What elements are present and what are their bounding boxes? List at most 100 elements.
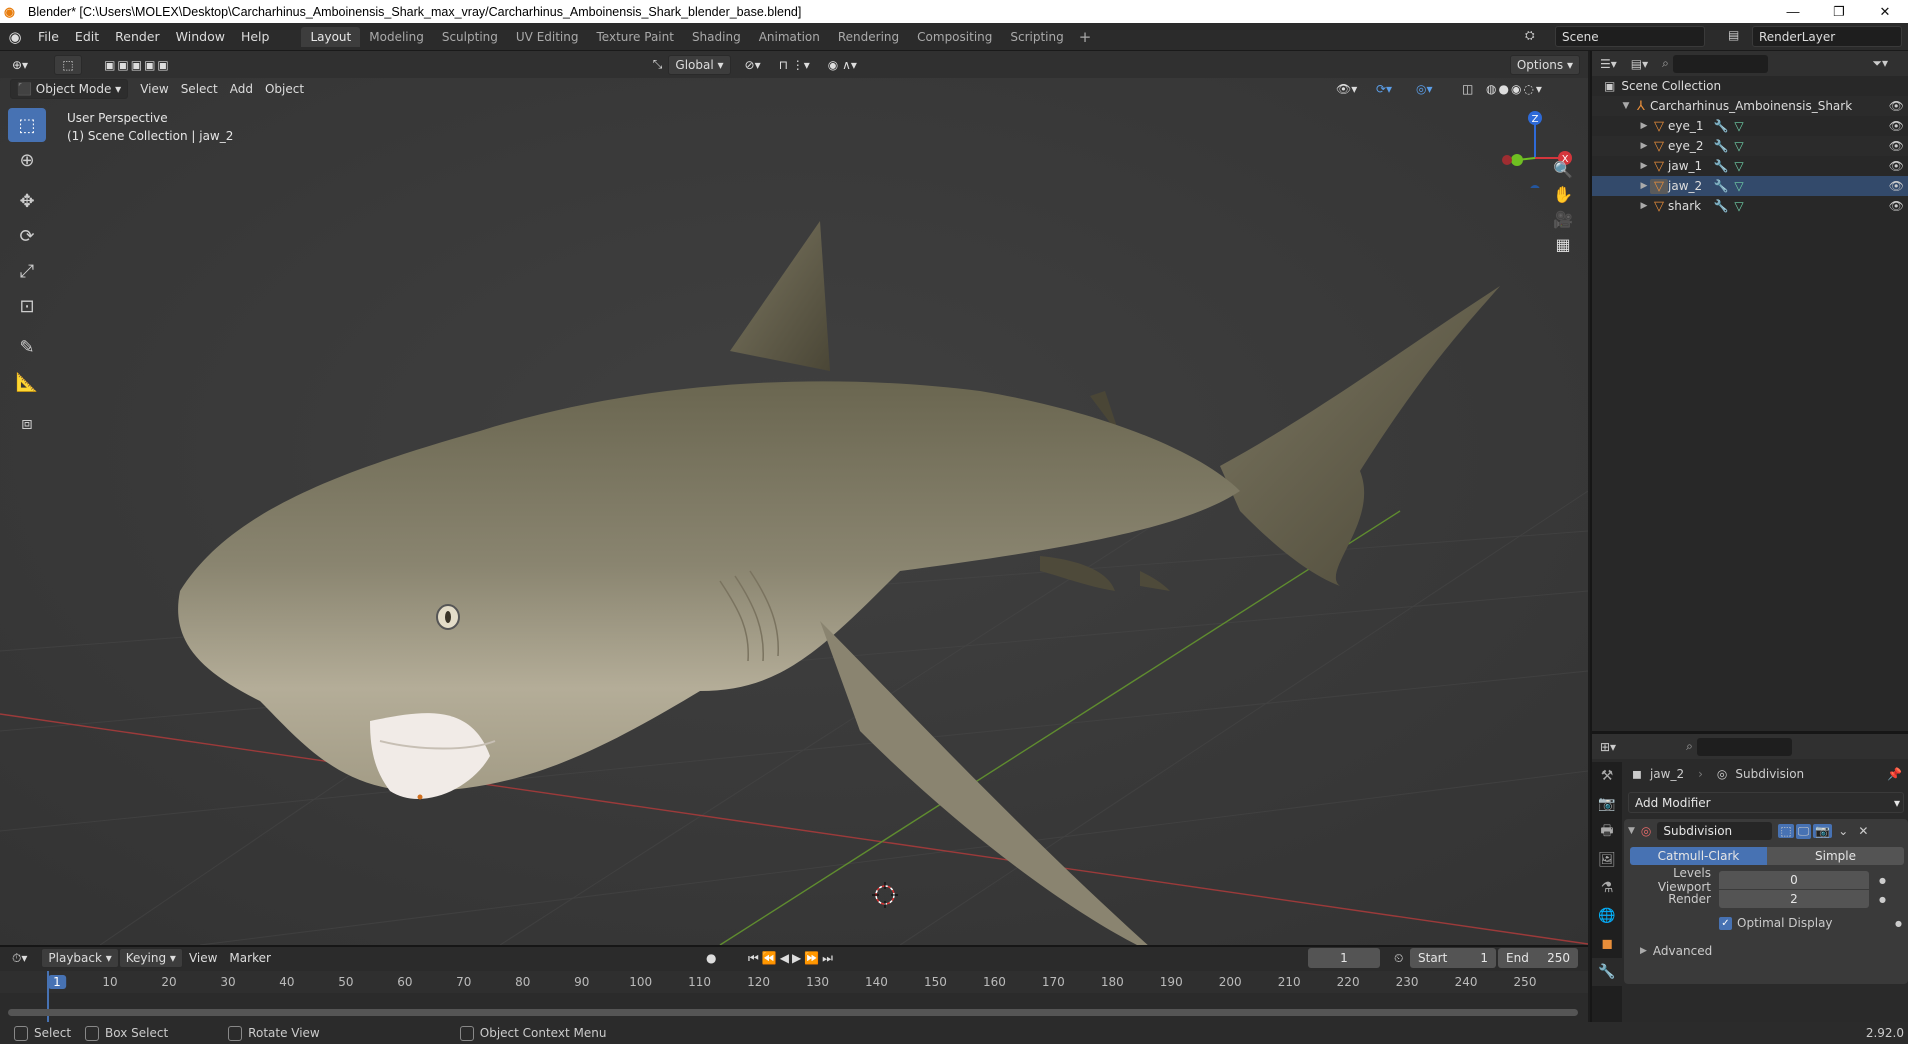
object-tab-icon[interactable]: ◼ — [1592, 930, 1622, 958]
start-frame-field[interactable]: Start 1 — [1410, 948, 1496, 968]
viewport-menu-add[interactable]: Add — [224, 79, 259, 99]
close-window-button[interactable]: ✕ — [1862, 0, 1908, 23]
selection-mode-icons[interactable]: ▣▣▣▣▣ — [98, 55, 177, 75]
tab-modeling[interactable]: Modeling — [360, 27, 433, 47]
tab-shading[interactable]: Shading — [683, 27, 750, 47]
add-cube-tool[interactable]: ⧈ — [8, 406, 46, 440]
outliner-object-row[interactable]: ▶ ▽ eye_1 🔧 ▽ 👁 — [1592, 116, 1908, 136]
transform-tool[interactable]: ⊡ — [8, 289, 46, 323]
modifier-name-field[interactable]: Subdivision — [1657, 822, 1773, 840]
visibility-eye-icon[interactable]: 👁 — [1889, 99, 1904, 113]
menu-render[interactable]: Render — [107, 29, 168, 44]
world-tab-icon[interactable]: 🌐 — [1592, 902, 1622, 930]
annotate-tool[interactable]: ✎ — [8, 330, 46, 364]
outliner-editor-icon[interactable]: ☰▾ — [1600, 57, 1617, 71]
measure-tool[interactable]: 📐 — [8, 365, 46, 399]
playback-menu[interactable]: Playback ▾ — [41, 948, 119, 968]
modifier-wrench-icon[interactable]: 🔧 — [1712, 119, 1730, 133]
scale-tool[interactable]: ⤢ — [8, 254, 46, 288]
edit-mode-toggle-icon[interactable]: ⬚ — [1778, 824, 1794, 838]
outliner-search-input[interactable] — [1672, 54, 1768, 73]
visibility-eye-icon[interactable]: 👁 — [1889, 159, 1904, 173]
visibility-eye-icon[interactable]: 👁 — [1889, 179, 1904, 193]
timeline-marker-menu[interactable]: Marker — [223, 948, 276, 968]
keyframe-dot-icon[interactable]: ● — [1895, 919, 1902, 928]
options-dropdown[interactable]: Options ▾ — [1509, 54, 1580, 75]
render-levels-field[interactable]: 2 — [1719, 890, 1869, 908]
menu-help[interactable]: Help — [233, 29, 278, 44]
visibility-eye-icon[interactable]: 👁 — [1889, 139, 1904, 153]
preview-range-icon[interactable]: ⏲ — [1388, 948, 1409, 968]
viewport-menu-view[interactable]: View — [134, 79, 174, 99]
optimal-display-checkbox[interactable]: ✓ — [1719, 916, 1732, 930]
shading-mode-icons[interactable]: ◍●◉◌▾ — [1480, 79, 1550, 99]
timeline-editor-icon[interactable]: ⏱▾ — [6, 948, 33, 968]
keyframe-dot-icon[interactable]: ● — [1879, 876, 1886, 885]
view-layer-selector[interactable]: RenderLayer — [1752, 26, 1902, 47]
output-tab-icon[interactable]: 🖶 — [1592, 818, 1622, 846]
transform-orientation-dropdown[interactable]: Global ▾ — [668, 54, 731, 75]
timeline-view-menu[interactable]: View — [183, 948, 223, 968]
mesh-data-icon[interactable]: ▽ — [1730, 119, 1748, 133]
tab-layout[interactable]: Layout — [301, 26, 361, 47]
end-frame-field[interactable]: End 250 — [1498, 948, 1578, 968]
outliner-collection-row[interactable]: ▼ ⅄ Carcharhinus_Amboinensis_Shark 👁 — [1592, 96, 1908, 116]
3d-viewport[interactable]: ⊕▾ ⬚ ▣▣▣▣▣ ⤡ Global ▾ ⊘▾ ⊓ ⋮▾ ◉ ∧▾ Optio… — [0, 51, 1588, 945]
transform-orientation-icon[interactable]: ⤡ — [647, 55, 669, 75]
keying-menu[interactable]: Keying ▾ — [118, 948, 183, 968]
outliner-object-row[interactable]: ▶ ▽ jaw_1 🔧 ▽ 👁 — [1592, 156, 1908, 176]
viewport-menu-object[interactable]: Object — [259, 79, 310, 99]
mesh-data-icon[interactable]: ▽ — [1730, 159, 1748, 173]
camera-view-icon[interactable]: 🎥 — [1548, 206, 1578, 232]
gizmo-toggle-icon[interactable]: ⟳▾ — [1370, 79, 1398, 99]
modifier-wrench-icon[interactable]: 🔧 — [1712, 159, 1730, 173]
expand-triangle-icon[interactable]: ▶ — [1638, 141, 1650, 151]
render-toggle-icon[interactable]: 📷 — [1813, 824, 1833, 838]
mesh-data-icon[interactable]: ▽ — [1730, 179, 1748, 193]
ortho-grid-icon[interactable]: ▦ — [1548, 231, 1578, 257]
collapse-chevron-icon[interactable]: ▼ — [1628, 826, 1635, 836]
collapse-triangle-icon[interactable]: ▼ — [1620, 101, 1632, 111]
select-box-tool[interactable]: ⬚ — [8, 108, 46, 142]
mesh-data-icon[interactable]: ▽ — [1730, 199, 1748, 213]
record-keyframe-icon[interactable]: ● — [700, 948, 722, 968]
expand-triangle-icon[interactable]: ▶ — [1638, 161, 1650, 171]
visibility-icon[interactable]: 👁▾ — [1330, 79, 1363, 99]
catmull-clark-button[interactable]: Catmull-Clark — [1630, 847, 1767, 865]
maximize-button[interactable]: ❐ — [1816, 0, 1862, 23]
mesh-data-icon[interactable]: ▽ — [1730, 139, 1748, 153]
render-tab-icon[interactable]: 📷 — [1592, 790, 1622, 818]
levels-viewport-field[interactable]: 0 — [1719, 871, 1869, 889]
select-tool-icon[interactable]: ⬚ — [54, 54, 83, 75]
expand-triangle-icon[interactable]: ▶ — [1638, 121, 1650, 131]
visibility-eye-icon[interactable]: 👁 — [1889, 119, 1904, 133]
tab-scripting[interactable]: Scripting — [1001, 27, 1072, 47]
modifier-tab-icon[interactable]: 🔧 — [1592, 958, 1622, 986]
outliner-object-row[interactable]: ▶ ▽ shark 🔧 ▽ 👁 — [1592, 196, 1908, 216]
xray-toggle-icon[interactable]: ◫ — [1456, 79, 1479, 99]
tab-rendering[interactable]: Rendering — [829, 27, 908, 47]
viewport-toggle-icon[interactable]: 🖵 — [1795, 823, 1812, 839]
tab-sculpting[interactable]: Sculpting — [433, 27, 507, 47]
filter-icon[interactable]: ⏷▾ — [1872, 56, 1888, 71]
menu-edit[interactable]: Edit — [67, 29, 107, 44]
expand-triangle-icon[interactable]: ▶ — [1638, 181, 1650, 191]
snap-icon[interactable]: ⊓ ⋮▾ — [773, 55, 816, 75]
modifier-wrench-icon[interactable]: 🔧 — [1712, 179, 1730, 193]
move-tool[interactable]: ✥ — [8, 184, 46, 218]
add-modifier-dropdown[interactable]: Add Modifier ▾ — [1628, 792, 1904, 813]
timeline-scrollbar[interactable] — [8, 1009, 1578, 1016]
add-workspace-button[interactable]: + — [1073, 28, 1098, 46]
rotate-tool[interactable]: ⟳ — [8, 219, 46, 253]
proportional-editing-icon[interactable]: ◉ ∧▾ — [822, 55, 863, 75]
outliner-object-row[interactable]: ▶ ▽ eye_2 🔧 ▽ 👁 — [1592, 136, 1908, 156]
pin-icon[interactable]: 📌 — [1887, 767, 1902, 781]
outliner-scene-collection[interactable]: ▣ Scene Collection — [1592, 76, 1908, 96]
tab-uv-editing[interactable]: UV Editing — [507, 27, 588, 47]
remove-modifier-icon[interactable]: ✕ — [1858, 824, 1868, 838]
view-layer-tab-icon[interactable]: 🖼 — [1592, 846, 1622, 874]
menu-file[interactable]: File — [30, 29, 67, 44]
playback-controls-icons[interactable]: ⏮⏪◀▶⏩⏭ — [742, 948, 842, 968]
advanced-subpanel[interactable]: ▶ Advanced — [1624, 942, 1908, 960]
display-mode-icon[interactable]: ▤▾ — [1631, 57, 1648, 71]
